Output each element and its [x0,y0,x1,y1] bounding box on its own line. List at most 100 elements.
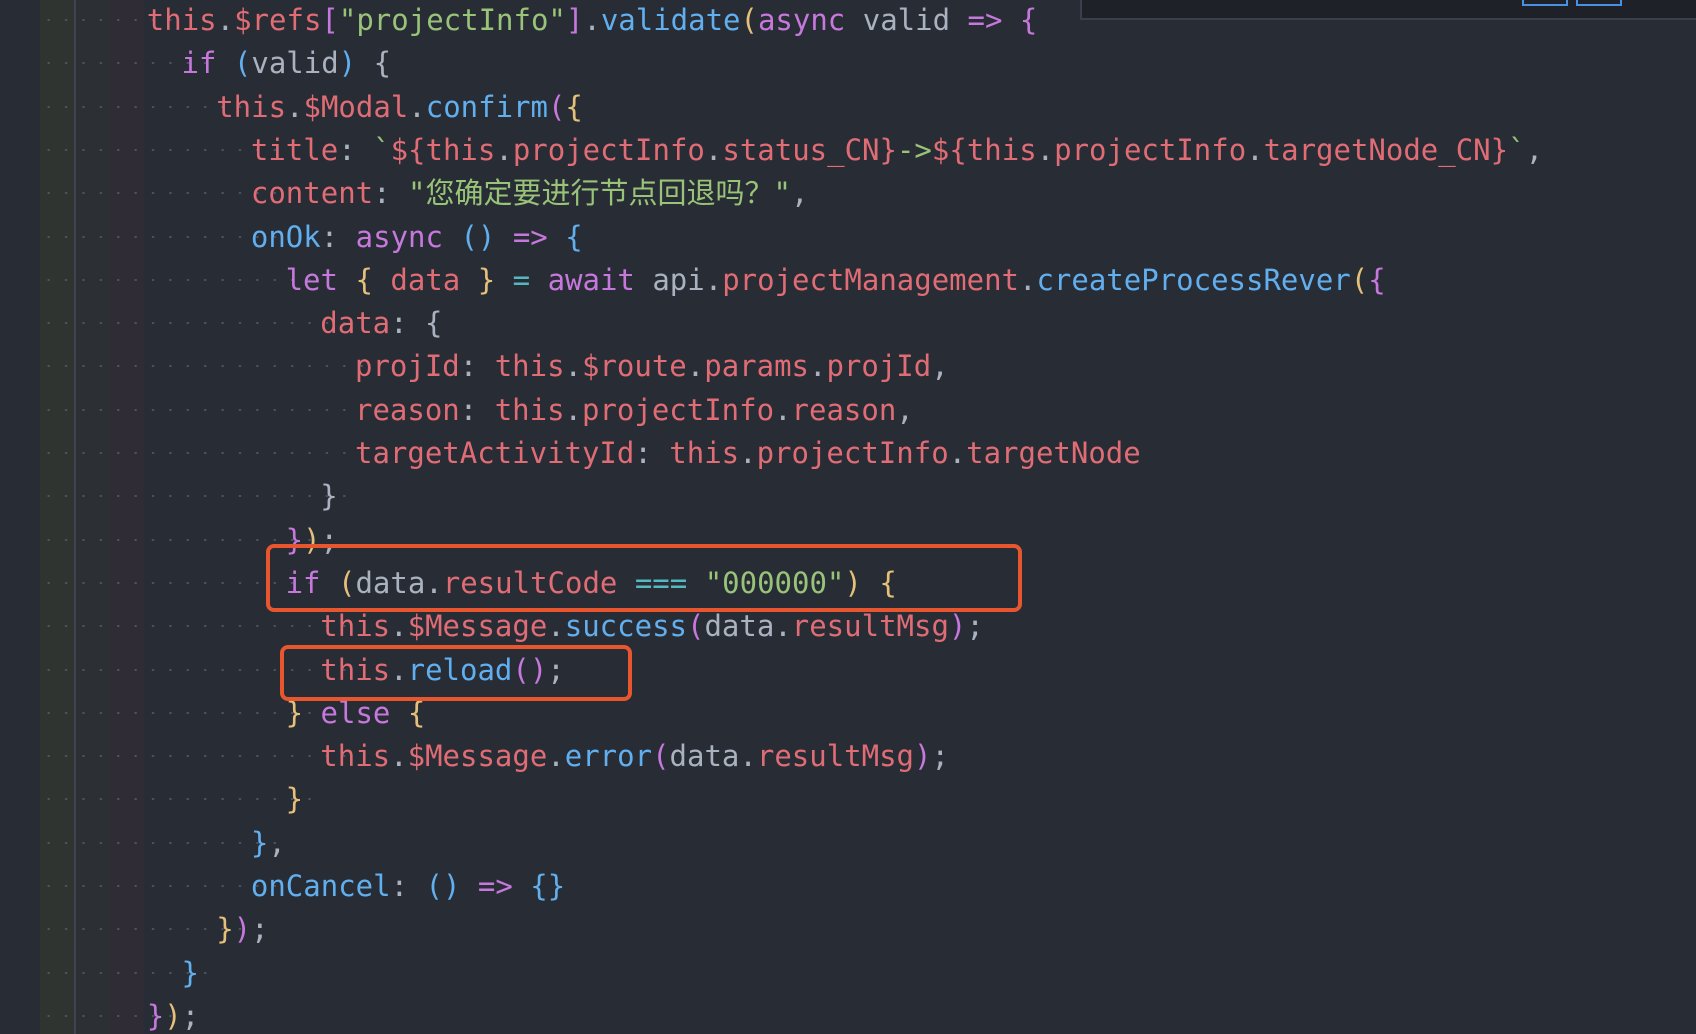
code-token: $route [582,349,687,384]
code-token: , [896,392,914,427]
code-line[interactable]: } [0,953,1696,993]
code-line[interactable]: reason: this.projectInfo.reason, [0,390,1696,430]
code-token: onOk [250,219,321,254]
code-text: }); [216,909,268,949]
code-text: this.$refs["projectInfo"].validate(async… [147,0,1038,40]
code-token: ( [1350,262,1369,297]
code-token: . [1036,132,1055,167]
code-token: $Message [407,609,548,644]
code-token: projId [355,349,460,384]
code-token: ( [233,46,252,81]
code-token: : [634,436,670,470]
code-token: } [879,132,897,167]
code-token: data. [704,609,792,644]
code-line[interactable]: if (valid) { [0,43,1696,83]
code-line[interactable]: data: { [0,303,1696,343]
code-text: this.$Message.success(data.resultMsg); [320,606,984,646]
code-line[interactable]: projId: this.$route.params.projId, [0,346,1696,386]
code-token: : [390,869,426,903]
code-token: data. [669,739,757,774]
code-token: status_CN [722,132,880,167]
whitespace-dots [40,452,383,454]
code-token: ) [948,609,967,644]
code-line[interactable]: }, [0,823,1696,863]
code-token: => [512,219,548,254]
code-token: params [704,349,809,384]
code-token: : [373,176,409,211]
code-token: content [250,176,374,211]
code-token: title [250,132,339,167]
code-token: } [320,479,338,514]
code-token: . [774,392,792,427]
code-editor[interactable]: this.$refs["projectInfo"].validate(async… [0,0,1696,1034]
code-token: . [547,609,565,644]
code-token: . [686,349,705,384]
code-token: ( [686,609,705,644]
code-token: ${ [390,132,426,167]
code-token: async [757,3,846,37]
whitespace-dots [40,885,279,887]
code-token: ; [251,912,269,947]
code-text: this.$Message.error(data.resultMsg); [320,736,949,776]
code-token: . [583,3,601,37]
reload-call-highlight [280,645,632,701]
whitespace-dots [40,798,314,801]
code-line[interactable]: this.reload(); [0,650,1696,690]
code-token: api. [634,262,723,297]
code-line[interactable]: this.$Modal.confirm({ [0,87,1696,127]
code-line[interactable]: targetActivityId: this.projectInfo.targe… [0,433,1696,473]
code-line[interactable]: } [0,779,1696,819]
code-token: ( [547,89,566,124]
code-token: = [512,262,531,297]
code-token: ( [740,3,758,37]
code-line[interactable]: title: `${this.projectInfo.status_CN}->$… [0,130,1696,170]
code-token: ) [338,46,357,81]
code-token: : [459,349,495,384]
code-token: data [320,306,391,341]
code-line[interactable]: content: "您确定要进行节点回退吗？", [0,173,1696,213]
code-line[interactable]: } [0,476,1696,516]
code-token: ` [1508,132,1526,167]
code-token: ` [373,132,391,167]
code-token: ] [565,3,584,37]
code-line[interactable]: this.$Message.error(data.resultMsg); [0,736,1696,776]
code-token: ; [931,739,949,774]
code-token: targetNode_CN [1263,132,1491,167]
whitespace-dots [40,235,279,238]
code-token: this [146,3,217,37]
code-token: $Message [407,739,548,774]
code-line[interactable]: this.$refs["projectInfo"].validate(async… [0,0,1696,40]
code-token: $Modal [303,89,409,124]
code-line[interactable]: this.$Message.success(data.resultMsg); [0,606,1696,646]
code-token: "projectInfo" [338,3,566,37]
code-line[interactable]: }); [0,909,1696,949]
code-token: this [425,132,496,167]
code-line[interactable]: onOk: async () => { [0,217,1696,257]
whitespace-dots [40,495,349,498]
code-token: projectInfo [1054,132,1247,167]
code-token: $refs [234,3,322,37]
whitespace-dots [40,192,279,195]
whitespace-dots [40,841,279,844]
code-token: : [338,132,374,167]
code-token: . [390,609,408,644]
code-line[interactable]: } else { [0,693,1696,733]
code-text: if (valid) { [182,43,392,83]
code-token: . [739,436,757,470]
code-token: : [320,219,356,254]
code-token: () [460,219,496,254]
code-line[interactable]: onCancel: () => {} [0,866,1696,906]
code-token: error [564,739,653,774]
whitespace-dots [40,538,314,541]
code-line[interactable]: let { data } = await api.projectManageme… [0,260,1696,300]
code-line[interactable]: }); [0,996,1696,1034]
code-token: this [494,392,565,427]
whitespace-dots [40,711,314,714]
whitespace-dots [40,625,349,628]
whitespace-dots [40,408,383,411]
code-token: resultMsg [791,609,949,644]
code-token: ; [966,609,984,644]
